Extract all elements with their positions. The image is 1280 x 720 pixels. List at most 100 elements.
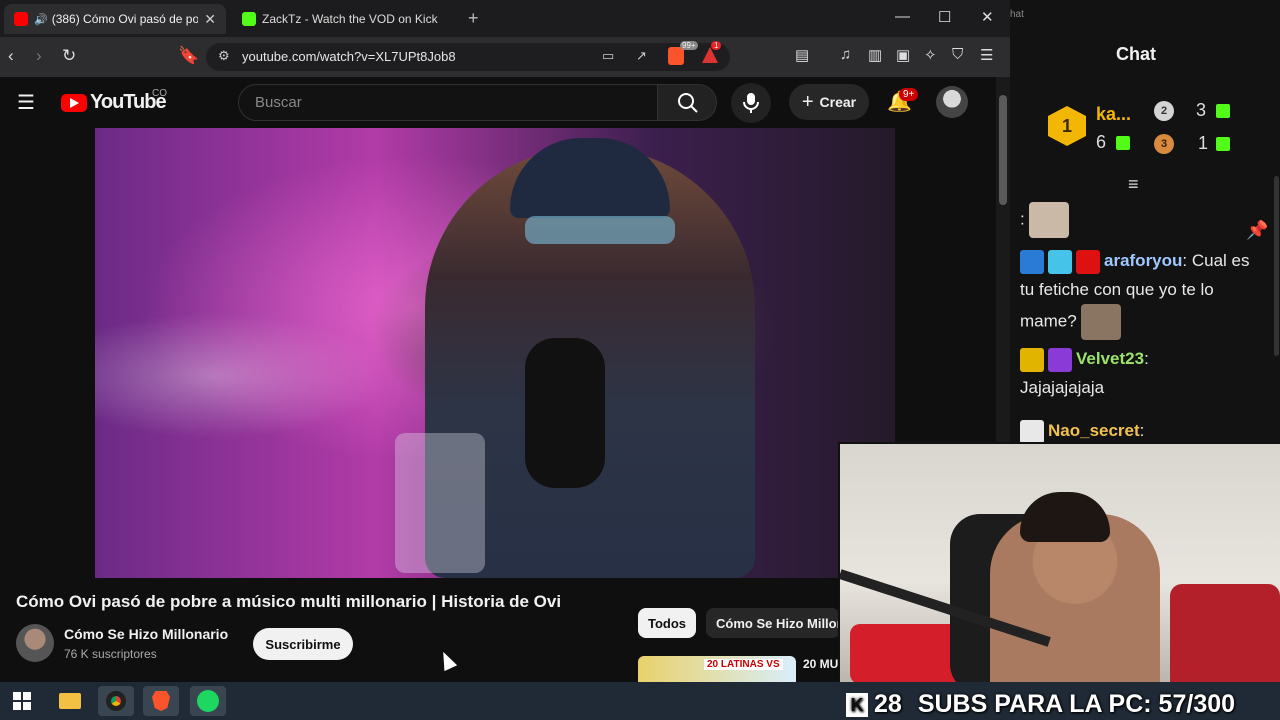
leaderboard-second-gifts: 3 [1196,100,1207,120]
tab-title: ZackTz - Watch the VOD on Kick [262,12,438,26]
kick-viewer-count: 28 [874,690,902,718]
channel-name[interactable]: Cómo Se Hizo Millonario [64,626,228,642]
collapse-leaderboard-icon[interactable]: ≡ [1128,174,1139,195]
channel-avatar[interactable] [16,624,54,662]
search-button[interactable] [657,84,717,121]
address-bar: ‹ › ↻ 🔖 ⚙ youtube.com/watch?v=XL7UPt8Job… [0,37,1010,77]
video-player[interactable] [95,128,895,578]
start-button[interactable] [4,686,40,716]
voice-search-button[interactable] [731,83,771,123]
new-tab-icon[interactable]: + [468,8,479,29]
chat-message: araforyou: Cual es tu fetiche con que yo… [1020,246,1252,340]
windows-icon [13,692,31,710]
leaderboard-first-name[interactable]: ka... [1096,104,1131,125]
recommended-thumbnail[interactable]: 20 LATINAS VS [638,656,796,682]
chat-message: Jajajajajaja [1020,373,1104,402]
page-scroll-thumb[interactable] [999,95,1007,205]
menu-icon[interactable]: ☰ [980,46,993,64]
kick-logo-icon: K [846,692,868,717]
mouse-cursor-icon [436,648,458,672]
chat-scrollbar[interactable] [1274,176,1279,356]
gift-icon [1216,137,1230,151]
thumbnail-text: 20 LATINAS VS [704,659,783,670]
back-icon[interactable]: ‹ [8,46,14,66]
moderator-badge-icon [1020,249,1044,274]
maximize-icon[interactable]: ☐ [938,8,951,26]
spotify-icon [197,690,219,712]
chat-username[interactable]: Velvet23 [1076,349,1144,368]
video-title: Cómo Ovi pasó de pobre a músico multi mi… [16,592,562,611]
notifications-badge: 9+ [899,88,919,101]
sub-badge-icon [1076,249,1100,274]
sidebar-icon[interactable]: ▥ [868,46,882,64]
leaderboard-rank-2: 2 [1154,101,1174,121]
tab-kick[interactable]: ZackTz - Watch the VOD on Kick [232,4,462,34]
search-icon [678,93,698,113]
chip-channel[interactable]: Cómo Se Hizo Millonario [706,608,840,638]
vpn-icon[interactable]: ⛉ [952,46,963,63]
video-frame-glass [395,433,485,573]
chrome-button[interactable] [98,686,134,716]
reload-icon[interactable]: ↻ [62,46,76,66]
search-placeholder: Buscar [255,94,302,111]
speaker-icon: 🔊 [34,13,48,26]
webcam-overlay [838,442,1280,694]
account-avatar[interactable] [936,86,968,118]
chrome-icon [106,691,126,711]
gift-icon [1216,104,1230,118]
video-frame-microphone [525,338,605,488]
file-explorer-button[interactable] [52,686,88,716]
video-frame-cap [510,138,670,218]
hamburger-icon[interactable]: ☰ [17,90,35,115]
leaderboard-rank-3: 3 [1154,134,1174,154]
share-icon[interactable]: ↗ [636,48,647,64]
chat-window-title: hat [1010,9,1024,20]
chat-title: Chat [1116,44,1156,64]
gift-icon [1116,136,1130,150]
brave-shield-count: 99+ [680,41,698,50]
url-field[interactable]: ⚙ youtube.com/watch?v=XL7UPt8Job8 ▭ ↗ 99… [206,41,730,71]
chat-text: Jajajajajaja [1020,378,1105,397]
url-text: youtube.com/watch?v=XL7UPt8Job8 [242,49,456,64]
webcam-streamer-hair [1020,492,1110,542]
video-frame-glasses [525,216,675,244]
chat-message: : [1020,202,1070,238]
minimize-icon[interactable]: — [895,8,910,25]
sub-goal-overlay: K 28 SUBS PARA LA PC: 57/300 [846,690,1235,719]
subscribe-button[interactable]: Suscribirme [253,628,353,660]
search-input[interactable]: Buscar [238,84,658,121]
site-info-icon[interactable]: ⚙ [218,48,230,64]
reading-list-icon[interactable]: ▤ [795,46,809,64]
og-badge-icon [1048,249,1072,274]
chat-text: : [1020,209,1025,229]
brave-button[interactable] [143,686,179,716]
chip-all[interactable]: Todos [638,608,697,638]
forward-icon[interactable]: › [36,46,42,66]
chat-message: Velvet23: [1020,344,1149,373]
founder-badge-icon [1020,347,1044,372]
emote-icon [1029,202,1070,238]
webcam-chair [1170,584,1280,694]
region-code: CO [152,88,167,99]
create-button[interactable]: + Crear [789,84,869,120]
spotify-button[interactable] [190,686,226,716]
recommended-title[interactable]: 20 MU [803,657,838,671]
cast-icon[interactable]: ▭ [602,48,614,64]
media-icon[interactable]: ♫ [840,46,851,63]
bookmark-icon[interactable]: 🔖 [178,46,199,66]
close-window-icon[interactable]: ✕ [981,8,994,26]
tab-youtube[interactable]: 🔊 (386) Cómo Ovi pasó de pobre ✕ [4,4,226,34]
pin-icon[interactable]: 📌 [1246,220,1268,241]
chat-username[interactable]: Nao_secret [1048,421,1140,440]
chat-username[interactable]: araforyou [1104,251,1182,270]
kick-favicon-icon [242,12,256,26]
close-tab-icon[interactable]: ✕ [204,11,216,28]
chat-text: : [1144,349,1149,368]
sub-badge-icon [1020,419,1044,444]
sub-badge-icon [1048,347,1072,372]
leaderboard-third-gifts: 1 [1198,133,1209,153]
rewards-badge: 1 [711,41,722,50]
sub-goal-text: SUBS PARA LA PC: 57/300 [917,690,1236,718]
wallet-icon[interactable]: ▣ [896,46,910,64]
leo-ai-icon[interactable]: ✧ [924,46,937,64]
